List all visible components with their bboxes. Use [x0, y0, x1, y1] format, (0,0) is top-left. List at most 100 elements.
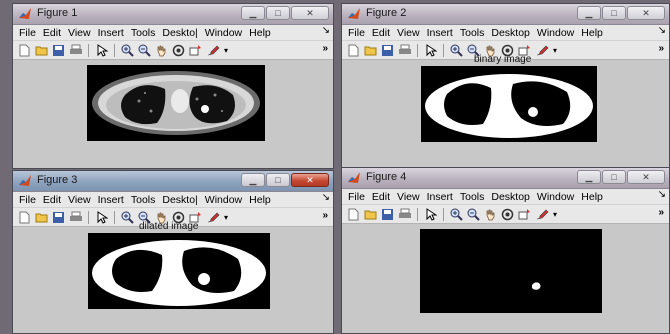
brush-dropdown-icon[interactable]: ▾ — [551, 43, 559, 57]
pointer-icon[interactable] — [94, 43, 109, 57]
save-icon[interactable] — [380, 43, 395, 57]
new-file-icon[interactable] — [346, 43, 361, 57]
dock-arrow-icon[interactable]: ↘ — [322, 25, 330, 36]
menu-window[interactable]: Window — [537, 191, 574, 203]
menu-file[interactable]: File — [19, 194, 36, 206]
menu-help[interactable]: Help — [249, 27, 271, 39]
dock-arrow-icon[interactable]: ↘ — [658, 189, 666, 200]
menu-help[interactable]: Help — [581, 27, 603, 39]
open-folder-icon[interactable] — [34, 43, 49, 57]
minimize-button[interactable]: ▁ — [577, 6, 601, 20]
brush-dropdown-icon[interactable]: ▾ — [551, 207, 559, 221]
brush-dropdown-icon[interactable]: ▾ — [222, 43, 230, 57]
brush-icon[interactable] — [534, 43, 549, 57]
print-icon[interactable] — [397, 207, 412, 221]
brush-dropdown-icon[interactable]: ▾ — [222, 210, 230, 224]
menu-edit[interactable]: Edit — [372, 191, 390, 203]
brush-icon[interactable] — [205, 43, 220, 57]
print-icon[interactable] — [68, 210, 83, 224]
zoom-out-icon[interactable] — [466, 207, 481, 221]
figure-window-3[interactable]: Figure 3 ▁ □ ✕ File Edit View Insert Too… — [12, 170, 334, 334]
close-button[interactable]: ✕ — [291, 173, 329, 187]
menu-insert[interactable]: Insert — [98, 194, 124, 206]
save-icon[interactable] — [51, 210, 66, 224]
brush-icon[interactable] — [534, 207, 549, 221]
figure-window-2[interactable]: Figure 2 ▁ □ ✕ File Edit View Insert Too… — [341, 3, 670, 169]
print-icon[interactable] — [68, 43, 83, 57]
menu-edit[interactable]: Edit — [43, 27, 61, 39]
zoom-in-icon[interactable] — [120, 43, 135, 57]
menu-file[interactable]: File — [19, 27, 36, 39]
maximize-button[interactable]: □ — [266, 173, 290, 187]
toolbar-overflow-icon[interactable]: » — [658, 43, 664, 54]
menu-insert[interactable]: Insert — [427, 27, 453, 39]
menu-desktop[interactable]: Deskto| — [162, 27, 197, 39]
menu-tools[interactable]: Tools — [460, 191, 485, 203]
menu-insert[interactable]: Insert — [427, 191, 453, 203]
figure-window-1[interactable]: Figure 1 ▁ □ ✕ File Edit View Insert Too… — [12, 3, 334, 169]
maximize-button[interactable]: □ — [602, 6, 626, 20]
save-icon[interactable] — [51, 43, 66, 57]
dock-arrow-icon[interactable]: ↘ — [322, 192, 330, 203]
rotate-icon[interactable] — [171, 43, 186, 57]
menu-help[interactable]: Help — [249, 194, 271, 206]
minimize-button[interactable]: ▁ — [577, 170, 601, 184]
pan-hand-icon[interactable] — [483, 207, 498, 221]
open-folder-icon[interactable] — [34, 210, 49, 224]
minimize-button[interactable]: ▁ — [241, 173, 265, 187]
toolbar-overflow-icon[interactable]: » — [322, 43, 328, 54]
pointer-icon[interactable] — [423, 207, 438, 221]
menu-edit[interactable]: Edit — [372, 27, 390, 39]
pointer-icon[interactable] — [94, 210, 109, 224]
figure-window-4[interactable]: Figure 4 ▁ □ ✕ File Edit View Insert Too… — [341, 167, 670, 334]
zoom-in-icon[interactable] — [120, 210, 135, 224]
brush-icon[interactable] — [205, 210, 220, 224]
menu-tools[interactable]: Tools — [131, 27, 156, 39]
print-icon[interactable] — [397, 43, 412, 57]
toolbar-overflow-icon[interactable]: » — [658, 207, 664, 218]
menu-view[interactable]: View — [68, 27, 91, 39]
menu-file[interactable]: File — [348, 191, 365, 203]
save-icon[interactable] — [380, 207, 395, 221]
menu-view[interactable]: View — [397, 191, 420, 203]
zoom-out-icon[interactable] — [137, 43, 152, 57]
menu-tools[interactable]: Tools — [460, 27, 485, 39]
close-button[interactable]: ✕ — [627, 6, 665, 20]
title-bar[interactable]: Figure 4 ▁ □ ✕ — [342, 168, 669, 189]
new-file-icon[interactable] — [17, 210, 32, 224]
menu-help[interactable]: Help — [581, 191, 603, 203]
menu-file[interactable]: File — [348, 27, 365, 39]
menu-tools[interactable]: Tools — [131, 194, 156, 206]
menu-desktop[interactable]: Desktop — [491, 27, 530, 39]
menu-edit[interactable]: Edit — [43, 194, 61, 206]
maximize-button[interactable]: □ — [266, 6, 290, 20]
menu-window[interactable]: Window — [205, 194, 242, 206]
dock-arrow-icon[interactable]: ↘ — [658, 25, 666, 36]
title-bar[interactable]: Figure 2 ▁ □ ✕ — [342, 4, 669, 25]
open-folder-icon[interactable] — [363, 43, 378, 57]
toolbar-overflow-icon[interactable]: » — [322, 210, 328, 221]
new-file-icon[interactable] — [17, 43, 32, 57]
pointer-icon[interactable] — [423, 43, 438, 57]
maximize-button[interactable]: □ — [602, 170, 626, 184]
open-folder-icon[interactable] — [363, 207, 378, 221]
rotate-icon[interactable] — [500, 207, 515, 221]
new-file-icon[interactable] — [346, 207, 361, 221]
zoom-in-icon[interactable] — [449, 207, 464, 221]
menu-view[interactable]: View — [397, 27, 420, 39]
title-bar[interactable]: Figure 1 ▁ □ ✕ — [13, 4, 333, 25]
close-button[interactable]: ✕ — [627, 170, 665, 184]
data-cursor-icon[interactable] — [188, 43, 203, 57]
menu-view[interactable]: View — [68, 194, 91, 206]
menu-desktop[interactable]: Deskto| — [162, 194, 197, 206]
data-cursor-icon[interactable] — [517, 207, 532, 221]
menu-insert[interactable]: Insert — [98, 27, 124, 39]
menu-desktop[interactable]: Desktop — [491, 191, 530, 203]
title-bar[interactable]: Figure 3 ▁ □ ✕ — [13, 171, 333, 192]
minimize-button[interactable]: ▁ — [241, 6, 265, 20]
menu-window[interactable]: Window — [205, 27, 242, 39]
menu-window[interactable]: Window — [537, 27, 574, 39]
close-button[interactable]: ✕ — [291, 6, 329, 20]
zoom-in-icon[interactable] — [449, 43, 464, 57]
pan-hand-icon[interactable] — [154, 43, 169, 57]
